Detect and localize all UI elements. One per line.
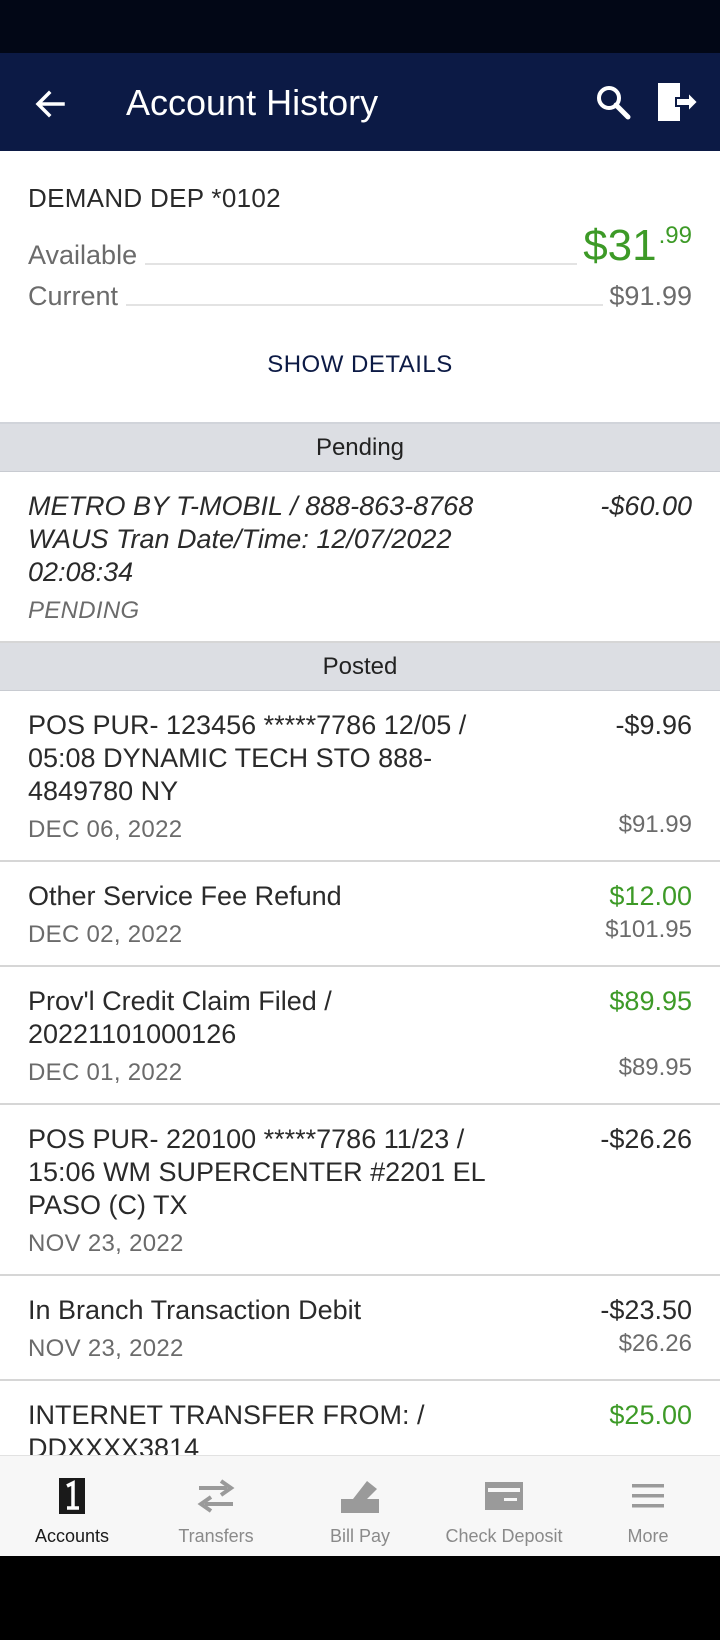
bill-pay-icon xyxy=(341,1481,379,1513)
available-balance-row: Available $31 .99 xyxy=(28,221,692,271)
check-deposit-icon xyxy=(485,1482,523,1510)
posted-transaction[interactable]: Other Service Fee Refund DEC 02, 2022 $1… xyxy=(0,862,720,967)
transaction-amount: -$26.26 xyxy=(600,1124,692,1154)
transaction-amount: $25.00 xyxy=(609,1400,692,1430)
transaction-description: Prov'l Credit Claim Filed / 202211010001… xyxy=(28,986,332,1049)
transaction-description: METRO BY T-MOBIL / 888-863-8768 WAUS Tra… xyxy=(28,491,474,587)
posted-transaction[interactable]: In Branch Transaction Debit NOV 23, 2022… xyxy=(0,1276,720,1381)
account-summary: DEMAND DEP *0102 Available $31 .99 Curre… xyxy=(0,151,720,424)
page-title: Account History xyxy=(126,82,379,123)
transaction-amount: -$60.00 xyxy=(600,491,692,521)
current-leader-line xyxy=(126,304,604,306)
pending-section-header: Pending xyxy=(0,424,720,472)
transaction-amount: $12.00 xyxy=(609,881,692,911)
logout-icon xyxy=(658,83,700,121)
status-bar xyxy=(0,0,720,53)
posted-transaction[interactable]: Prov'l Credit Claim Filed / 202211010001… xyxy=(0,967,720,1105)
nav-bill-pay[interactable]: Bill Pay xyxy=(288,1456,432,1556)
running-balance: $91.99 xyxy=(618,811,692,838)
transfers-icon xyxy=(197,1479,235,1513)
transaction-amount: -$9.96 xyxy=(615,710,692,740)
transaction-description: Other Service Fee Refund xyxy=(28,881,342,911)
posted-transaction[interactable]: POS PUR- 220100 *****7786 11/23 / 15:06 … xyxy=(0,1105,720,1276)
accounts-icon xyxy=(59,1478,85,1514)
transaction-amount: -$23.50 xyxy=(600,1295,692,1325)
search-button[interactable] xyxy=(594,83,634,123)
bottom-navigation: Accounts Transfers Bill Pay Check Deposi… xyxy=(0,1455,720,1556)
transaction-description: POS PUR- 123456 *****7786 12/05 / 05:08 … xyxy=(28,710,467,806)
account-name: DEMAND DEP *0102 xyxy=(28,183,281,213)
available-leader-line xyxy=(145,263,578,265)
current-label: Current xyxy=(28,281,119,311)
current-balance-row: Current $91.99 xyxy=(28,281,692,312)
transaction-description: In Branch Transaction Debit xyxy=(28,1295,362,1325)
running-balance: $101.95 xyxy=(605,916,692,943)
nav-check-deposit[interactable]: Check Deposit xyxy=(432,1456,576,1556)
available-label: Available xyxy=(28,240,138,270)
app-bar: Account History xyxy=(0,53,720,151)
current-amount: $91.99 xyxy=(609,281,692,311)
menu-icon xyxy=(632,1484,664,1508)
available-cents: .99 xyxy=(658,222,692,249)
transaction-date: NOV 23, 2022 xyxy=(28,1230,184,1257)
logout-button[interactable] xyxy=(654,79,700,125)
transaction-description: INTERNET TRANSFER FROM: / DDXXXX3814 xyxy=(28,1400,425,1455)
posted-transaction[interactable]: POS PUR- 123456 *****7786 12/05 / 05:08 … xyxy=(0,691,720,862)
running-balance: $89.95 xyxy=(618,1054,692,1081)
account-history-content[interactable]: DEMAND DEP *0102 Available $31 .99 Curre… xyxy=(0,151,720,1455)
available-dollars: $31 xyxy=(583,221,657,270)
nav-label: Transfers xyxy=(178,1526,254,1546)
nav-label: Accounts xyxy=(34,1526,110,1546)
nav-label: Check Deposit xyxy=(445,1526,563,1546)
nav-accounts[interactable]: Accounts xyxy=(0,1456,144,1556)
back-button[interactable] xyxy=(28,84,72,124)
transaction-status: PENDING xyxy=(28,597,140,624)
nav-label: More xyxy=(627,1526,669,1546)
arrow-left-icon xyxy=(35,90,65,118)
search-icon xyxy=(597,86,631,120)
system-navigation-bar xyxy=(0,1556,720,1640)
transaction-description: POS PUR- 220100 *****7786 11/23 / 15:06 … xyxy=(28,1124,485,1220)
running-balance: $26.26 xyxy=(618,1330,692,1357)
posted-transaction[interactable]: INTERNET TRANSFER FROM: / DDXXXX3814 $25… xyxy=(0,1381,720,1455)
available-amount: $31 .99 xyxy=(583,221,692,271)
pending-transaction[interactable]: METRO BY T-MOBIL / 888-863-8768 WAUS Tra… xyxy=(0,472,720,643)
transaction-date: DEC 06, 2022 xyxy=(28,816,183,843)
transaction-date: NOV 23, 2022 xyxy=(28,1335,184,1362)
transaction-amount: $89.95 xyxy=(609,986,692,1016)
show-details-button[interactable]: SHOW DETAILS xyxy=(0,351,720,379)
nav-transfers[interactable]: Transfers xyxy=(144,1456,288,1556)
nav-label: Bill Pay xyxy=(329,1526,391,1546)
transaction-date: DEC 01, 2022 xyxy=(28,1059,183,1086)
nav-more[interactable]: More xyxy=(576,1456,720,1556)
transaction-date: DEC 02, 2022 xyxy=(28,921,183,948)
posted-section-header: Posted xyxy=(0,643,720,691)
